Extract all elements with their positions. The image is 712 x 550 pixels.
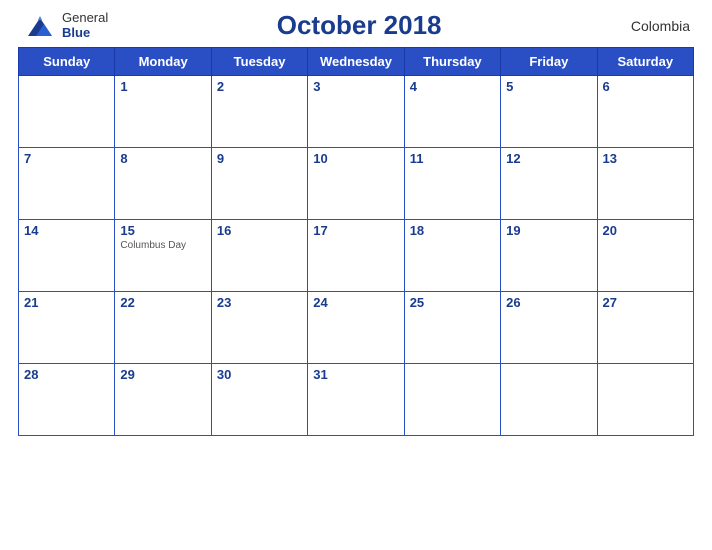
calendar-cell: 25	[404, 292, 500, 364]
calendar-cell: 13	[597, 148, 693, 220]
date-number: 8	[120, 151, 205, 166]
calendar-cell: 19	[501, 220, 597, 292]
page-header: General Blue October 2018 Colombia	[18, 10, 694, 41]
date-number: 4	[410, 79, 495, 94]
calendar-cell: 7	[19, 148, 115, 220]
calendar-cell: 17	[308, 220, 404, 292]
date-number: 25	[410, 295, 495, 310]
date-number: 31	[313, 367, 398, 382]
calendar-cell: 16	[211, 220, 307, 292]
date-number: 27	[603, 295, 688, 310]
calendar-cell: 10	[308, 148, 404, 220]
date-number: 13	[603, 151, 688, 166]
date-number: 2	[217, 79, 302, 94]
date-number: 12	[506, 151, 591, 166]
calendar-cell: 1	[115, 76, 211, 148]
calendar-cell: 12	[501, 148, 597, 220]
date-number: 5	[506, 79, 591, 94]
calendar-week-row: 21 22 23 24 25 26 27	[19, 292, 694, 364]
date-number: 21	[24, 295, 109, 310]
calendar-cell: 29	[115, 364, 211, 436]
calendar-cell	[597, 364, 693, 436]
calendar-body: 123456789101112131415Columbus Day1617181…	[19, 76, 694, 436]
calendar-cell: 18	[404, 220, 500, 292]
date-number: 22	[120, 295, 205, 310]
col-monday: Monday	[115, 48, 211, 76]
date-number: 19	[506, 223, 591, 238]
calendar-header: Sunday Monday Tuesday Wednesday Thursday…	[19, 48, 694, 76]
date-number: 16	[217, 223, 302, 238]
date-number: 1	[120, 79, 205, 94]
calendar-week-row: 28 29 30 31	[19, 364, 694, 436]
date-number: 30	[217, 367, 302, 382]
calendar-cell: 8	[115, 148, 211, 220]
col-thursday: Thursday	[404, 48, 500, 76]
calendar-cell: 14	[19, 220, 115, 292]
calendar-cell: 20	[597, 220, 693, 292]
logo-general-text: General	[62, 11, 108, 25]
date-number: 29	[120, 367, 205, 382]
col-tuesday: Tuesday	[211, 48, 307, 76]
date-number: 9	[217, 151, 302, 166]
calendar-cell	[404, 364, 500, 436]
calendar-cell: 2	[211, 76, 307, 148]
col-friday: Friday	[501, 48, 597, 76]
calendar-title: October 2018	[108, 10, 610, 41]
calendar-cell: 15 Columbus Day	[115, 220, 211, 292]
calendar-cell: 31	[308, 364, 404, 436]
date-number: 7	[24, 151, 109, 166]
country-label: Colombia	[610, 18, 690, 34]
calendar-week-row: 789 10 11 12 13	[19, 148, 694, 220]
calendar-cell: 23	[211, 292, 307, 364]
date-number: 28	[24, 367, 109, 382]
date-number: 20	[603, 223, 688, 238]
calendar-cell: 3	[308, 76, 404, 148]
calendar-cell	[501, 364, 597, 436]
date-number: 23	[217, 295, 302, 310]
date-number: 24	[313, 295, 398, 310]
calendar-week-row: 14 15 Columbus Day 16 17 18 19 20	[19, 220, 694, 292]
calendar-cell: 6	[597, 76, 693, 148]
calendar-cell: 28	[19, 364, 115, 436]
date-number: 10	[313, 151, 398, 166]
date-number: 26	[506, 295, 591, 310]
calendar-cell: 26	[501, 292, 597, 364]
calendar-cell: 9	[211, 148, 307, 220]
date-number: 3	[313, 79, 398, 94]
calendar-table: Sunday Monday Tuesday Wednesday Thursday…	[18, 47, 694, 436]
date-number: 15	[120, 223, 205, 238]
col-sunday: Sunday	[19, 48, 115, 76]
date-number: 18	[410, 223, 495, 238]
calendar-cell	[19, 76, 115, 148]
calendar-cell: 5	[501, 76, 597, 148]
calendar-cell: 27	[597, 292, 693, 364]
calendar-week-row: 123456	[19, 76, 694, 148]
col-saturday: Saturday	[597, 48, 693, 76]
logo: General Blue	[22, 11, 108, 40]
date-number: 11	[410, 151, 495, 166]
date-number: 17	[313, 223, 398, 238]
date-number: 14	[24, 223, 109, 238]
generalblue-icon	[22, 12, 58, 40]
calendar-cell: 22	[115, 292, 211, 364]
day-header-row: Sunday Monday Tuesday Wednesday Thursday…	[19, 48, 694, 76]
calendar-cell: 11	[404, 148, 500, 220]
event-label: Columbus Day	[120, 240, 205, 251]
calendar-cell: 30	[211, 364, 307, 436]
logo-text: General Blue	[62, 11, 108, 40]
col-wednesday: Wednesday	[308, 48, 404, 76]
logo-blue-text: Blue	[62, 26, 108, 40]
calendar-cell: 4	[404, 76, 500, 148]
date-number: 6	[603, 79, 688, 94]
calendar-cell: 24	[308, 292, 404, 364]
calendar-cell: 21	[19, 292, 115, 364]
